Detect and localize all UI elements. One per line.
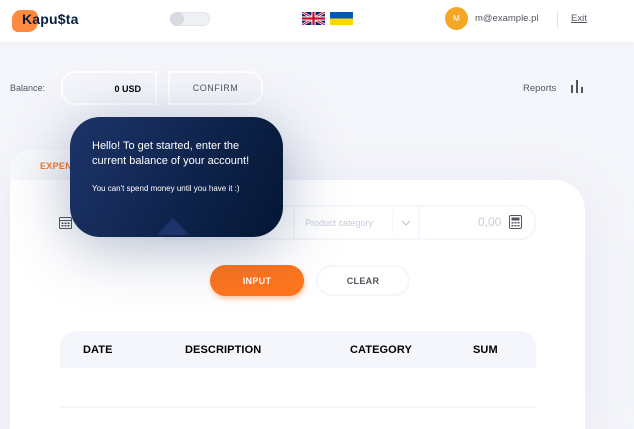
calendar-icon[interactable] bbox=[59, 216, 72, 229]
ukraine-flag-icon[interactable] bbox=[330, 12, 353, 25]
confirm-button[interactable]: CONFIRM bbox=[168, 71, 263, 105]
logo-text: Kapu$ta bbox=[22, 11, 79, 27]
balance-label: Balance: bbox=[10, 83, 46, 93]
calculator-icon bbox=[509, 215, 522, 229]
amount-input[interactable]: 0,00 bbox=[478, 215, 501, 229]
category-select[interactable]: Product category bbox=[293, 205, 420, 240]
column-header-category: CATEGORY bbox=[350, 344, 412, 356]
tooltip-submessage: You can't spend money until you have it … bbox=[92, 184, 240, 193]
exit-link[interactable]: Exit bbox=[571, 13, 587, 24]
tooltip-message: Hello! To get started, enter the current… bbox=[92, 140, 250, 167]
tooltip-arrow bbox=[157, 218, 189, 235]
select-divider bbox=[392, 212, 393, 235]
toggle-knob bbox=[170, 12, 184, 26]
table-header: DATE DESCRIPTION CATEGORY SUM bbox=[60, 331, 536, 368]
clear-button[interactable]: CLEAR bbox=[316, 265, 410, 296]
bar-chart-icon[interactable] bbox=[571, 80, 583, 93]
theme-toggle[interactable] bbox=[170, 12, 210, 26]
onboarding-tooltip: Hello! To get started, enter the current… bbox=[70, 117, 283, 237]
column-header-date: DATE bbox=[83, 344, 113, 356]
table-row bbox=[60, 406, 536, 408]
avatar[interactable]: M bbox=[445, 7, 468, 30]
app-header: Kapu$ta M m@example.pl Exit bbox=[0, 0, 634, 42]
balance-amount: 0 USD bbox=[114, 84, 141, 94]
reports-link[interactable]: Reports bbox=[523, 83, 556, 94]
column-header-description: DESCRIPTION bbox=[185, 344, 262, 356]
user-email: m@example.pl bbox=[475, 13, 539, 24]
balance-input[interactable]: 0 USD bbox=[61, 71, 157, 105]
column-header-sum: SUM bbox=[473, 344, 498, 356]
chevron-down-icon bbox=[401, 220, 411, 226]
header-divider bbox=[557, 11, 558, 28]
uk-flag-icon[interactable] bbox=[302, 12, 325, 25]
input-button[interactable]: INPUT bbox=[210, 265, 304, 296]
category-placeholder: Product category bbox=[305, 218, 374, 228]
